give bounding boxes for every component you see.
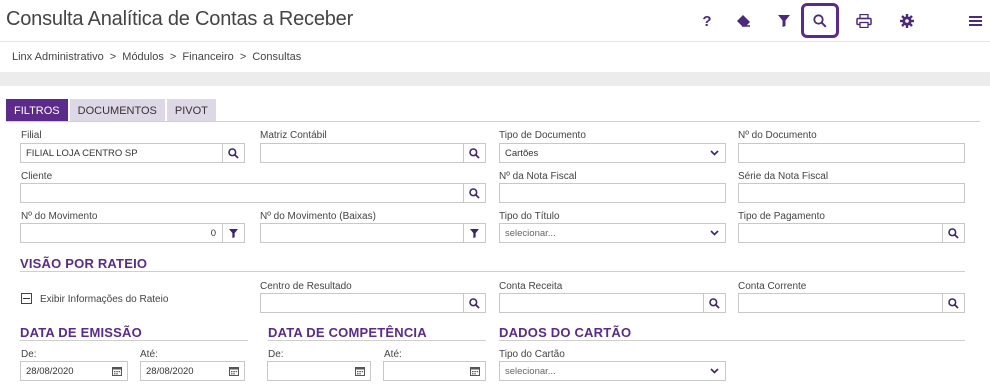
- help-glyph: ?: [702, 12, 712, 30]
- nota-fiscal-input[interactable]: [499, 183, 726, 203]
- filter-icon[interactable]: [774, 11, 794, 31]
- centro-resultado-field[interactable]: [260, 293, 486, 313]
- rateio-divider: [20, 271, 965, 272]
- conta-receita-field[interactable]: [499, 293, 726, 313]
- tipo-pagamento-field[interactable]: [738, 223, 965, 243]
- help-icon[interactable]: ?: [697, 11, 717, 31]
- filter-icon[interactable]: [463, 224, 485, 242]
- tab-documentos[interactable]: DOCUMENTOS: [69, 99, 165, 122]
- conta-corrente-label: Conta Corrente: [738, 281, 807, 292]
- emissao-de-label: De:: [21, 349, 37, 360]
- tipo-documento-label: Tipo de Documento: [499, 130, 586, 141]
- print-icon[interactable]: [854, 11, 874, 31]
- calendar-icon[interactable]: [224, 362, 244, 380]
- tipo-cartao-select[interactable]: selecionar...: [499, 361, 726, 381]
- calendar-icon[interactable]: [107, 362, 127, 380]
- tab-bar: FILTROS DOCUMENTOS PIVOT: [6, 99, 218, 122]
- chevron-down-icon[interactable]: [703, 144, 725, 162]
- competencia-divider: [268, 340, 486, 341]
- conta-receita-label: Conta Receita: [499, 281, 563, 292]
- matriz-field[interactable]: [260, 143, 486, 163]
- movimento-field[interactable]: 0: [20, 223, 245, 243]
- serie-nota-input[interactable]: [738, 183, 965, 203]
- search-icon[interactable]: [222, 144, 244, 162]
- movimento-baixas-label: Nº do Movimento (Baixas): [260, 211, 376, 222]
- search-icon[interactable]: [463, 144, 485, 162]
- competencia-de-label: De:: [268, 349, 284, 360]
- breadcrumb-item[interactable]: Módulos: [122, 51, 164, 63]
- matriz-label: Matriz Contábil: [260, 130, 327, 141]
- tabs-divider: [6, 121, 980, 122]
- calendar-icon[interactable]: [465, 362, 485, 380]
- cartao-section-title: DADOS DO CARTÃO: [499, 325, 632, 340]
- chevron-down-icon[interactable]: [703, 224, 725, 242]
- cartao-divider: [499, 340, 965, 341]
- competencia-ate-input[interactable]: [383, 361, 486, 381]
- tipo-pagamento-label: Tipo de Pagamento: [738, 211, 825, 222]
- tipo-documento-select[interactable]: Cartões: [499, 143, 726, 163]
- search-icon[interactable]: [942, 294, 964, 312]
- tipo-cartao-value: selecionar...: [505, 365, 556, 377]
- breadcrumb-separator: >: [109, 51, 117, 63]
- conta-corrente-field[interactable]: [738, 293, 965, 313]
- competencia-ate-label: Até:: [384, 349, 402, 360]
- eraser-icon[interactable]: [734, 11, 754, 31]
- page-title: Consulta Analítica de Contas a Receber: [6, 8, 354, 30]
- tipo-titulo-label: Tipo do Título: [499, 211, 560, 222]
- search-icon[interactable]: [703, 294, 725, 312]
- emissao-de-value: 28/08/2020: [26, 365, 74, 377]
- competencia-de-input[interactable]: [267, 361, 371, 381]
- cliente-field[interactable]: [20, 183, 486, 203]
- filial-field[interactable]: FILIAL LOJA CENTRO SP: [20, 143, 245, 163]
- gear-icon[interactable]: [897, 11, 917, 31]
- movimento-label: Nº do Movimento: [21, 211, 98, 222]
- tab-filtros[interactable]: FILTROS: [6, 99, 68, 122]
- breadcrumb-item[interactable]: Financeiro: [182, 51, 233, 63]
- emissao-de-input[interactable]: 28/08/2020: [20, 361, 128, 381]
- centro-resultado-label: Centro de Resultado: [260, 281, 352, 292]
- num-documento-label: Nº do Documento: [738, 130, 817, 141]
- menu-icon[interactable]: [965, 11, 985, 31]
- search-icon[interactable]: [942, 224, 964, 242]
- breadcrumb-item[interactable]: Consultas: [252, 51, 301, 63]
- breadcrumb-item[interactable]: Linx Administrativo: [12, 51, 104, 63]
- emissao-ate-input[interactable]: 28/08/2020: [140, 361, 245, 381]
- header-bar: Consulta Analítica de Contas a Receber ?: [0, 0, 990, 42]
- search-button[interactable]: [801, 3, 839, 38]
- emissao-divider: [20, 340, 248, 341]
- emissao-ate-label: Até:: [140, 349, 158, 360]
- filter-icon[interactable]: [222, 224, 244, 242]
- emissao-section-title: DATA DE EMISSÃO: [20, 325, 142, 340]
- chevron-down-icon[interactable]: [703, 362, 725, 380]
- tipo-cartao-label: Tipo do Cartão: [499, 349, 565, 360]
- calendar-icon[interactable]: [350, 362, 370, 380]
- tipo-titulo-value: selecionar...: [505, 227, 556, 239]
- tipo-titulo-select[interactable]: selecionar...: [499, 223, 726, 243]
- num-documento-input[interactable]: [738, 143, 965, 163]
- search-icon: [813, 13, 827, 28]
- filial-value: FILIAL LOJA CENTRO SP: [26, 147, 138, 159]
- divider-band: [0, 72, 990, 86]
- search-icon[interactable]: [463, 294, 485, 312]
- rateio-section-title: VISÃO POR RATEIO: [20, 256, 148, 271]
- rateio-checkbox-label: Exibir Informações do Rateio: [40, 294, 169, 305]
- rateio-checkbox[interactable]: [21, 293, 32, 304]
- breadcrumb-separator: >: [239, 51, 247, 63]
- breadcrumb-separator: >: [169, 51, 177, 63]
- movimento-baixas-field[interactable]: [260, 223, 486, 243]
- serie-nota-label: Série da Nota Fiscal: [738, 171, 829, 182]
- filial-label: Filial: [21, 130, 42, 141]
- breadcrumb: Linx Administrativo > Módulos > Financei…: [12, 51, 304, 63]
- movimento-value: 0: [210, 227, 216, 239]
- cliente-label: Cliente: [21, 171, 53, 182]
- emissao-ate-value: 28/08/2020: [146, 365, 194, 377]
- search-icon[interactable]: [463, 184, 485, 202]
- nota-fiscal-label: Nº da Nota Fiscal: [499, 171, 577, 182]
- tipo-documento-value: Cartões: [505, 147, 539, 159]
- tab-pivot[interactable]: PIVOT: [166, 99, 216, 122]
- competencia-section-title: DATA DE COMPETÊNCIA: [268, 325, 427, 340]
